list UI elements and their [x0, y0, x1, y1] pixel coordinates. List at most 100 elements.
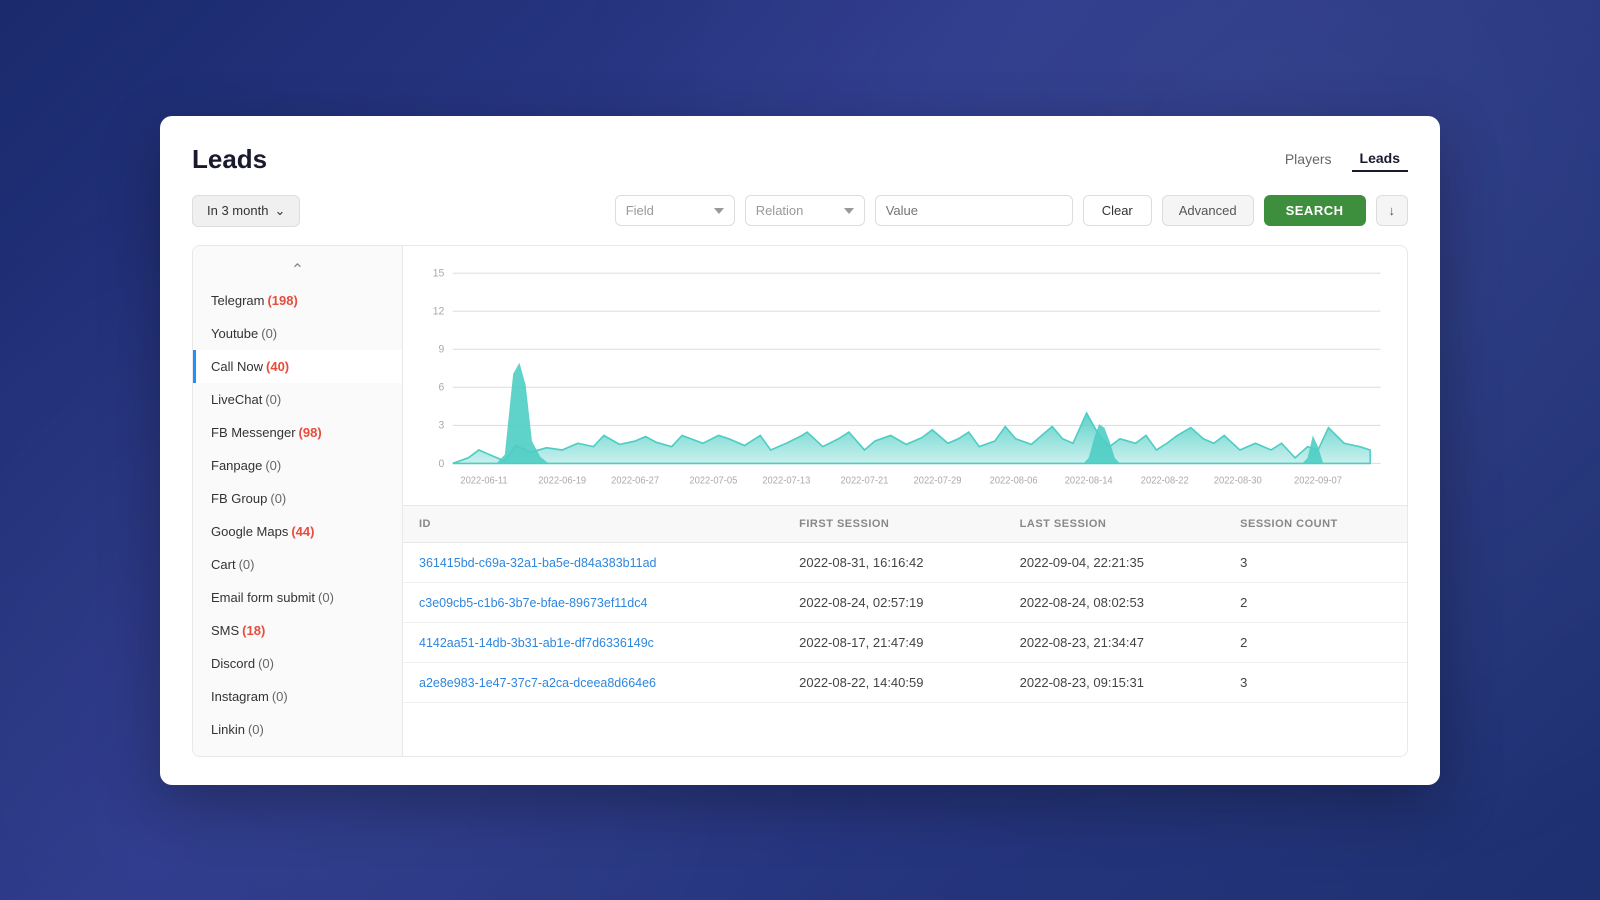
- sidebar-item-count: (0): [272, 689, 288, 704]
- cell-first-session: 2022-08-17, 21:47:49: [783, 622, 1004, 662]
- svg-text:2022-06-19: 2022-06-19: [538, 475, 586, 486]
- sidebar-item-cart[interactable]: Cart (0): [193, 548, 402, 581]
- sidebar-item-label: SMS: [211, 623, 239, 638]
- svg-text:2022-06-11: 2022-06-11: [460, 475, 507, 486]
- cell-id: 4142aa51-14db-3b31-ab1e-df7d6336149c: [403, 622, 783, 662]
- sidebar-item-count: (98): [299, 425, 322, 440]
- lead-id-link[interactable]: 4142aa51-14db-3b31-ab1e-df7d6336149c: [419, 636, 654, 650]
- main-content: ⌃ Telegram (198)Youtube (0)Call Now (40)…: [192, 245, 1408, 757]
- chevron-down-icon: ⌄: [274, 203, 285, 219]
- sidebar-item-count: (0): [239, 557, 255, 572]
- sidebar: ⌃ Telegram (198)Youtube (0)Call Now (40)…: [193, 246, 403, 756]
- table-row: 4142aa51-14db-3b31-ab1e-df7d6336149c 2022…: [403, 622, 1407, 662]
- cell-session-count: 2: [1224, 582, 1407, 622]
- sidebar-item-label: FB Messenger: [211, 425, 296, 440]
- sidebar-item-count: (0): [261, 326, 277, 341]
- cell-last-session: 2022-08-23, 09:15:31: [1004, 662, 1225, 702]
- svg-text:2022-07-13: 2022-07-13: [762, 475, 810, 486]
- sidebar-item-label: Youtube: [211, 326, 258, 341]
- col-session-count: SESSION COUNT: [1224, 506, 1407, 543]
- sidebar-item-discord[interactable]: Discord (0): [193, 647, 402, 680]
- filter-bar: In 3 month ⌄ Field Relation Clear Advanc…: [192, 195, 1408, 227]
- sidebar-item-label: Telegram: [211, 293, 264, 308]
- svg-text:2022-08-22: 2022-08-22: [1141, 475, 1189, 486]
- sidebar-item-instagram[interactable]: Instagram (0): [193, 680, 402, 713]
- sidebar-item-label: Linkin: [211, 722, 245, 737]
- lead-id-link[interactable]: c3e09cb5-c1b6-3b7e-bfae-89673ef11dc4: [419, 596, 647, 610]
- chart-area: 0 3 6 9 12 15: [403, 246, 1407, 506]
- svg-text:15: 15: [433, 267, 445, 279]
- sidebar-item-count: (44): [291, 524, 314, 539]
- sidebar-item-label: Call Now: [211, 359, 263, 374]
- sidebar-item-label: Discord: [211, 656, 255, 671]
- value-input[interactable]: [875, 195, 1073, 226]
- sidebar-item-fb-messenger[interactable]: FB Messenger (98): [193, 416, 402, 449]
- sidebar-item-sms[interactable]: SMS (18): [193, 614, 402, 647]
- tab-leads[interactable]: Leads: [1352, 146, 1408, 172]
- cell-id: 361415bd-c69a-32a1-ba5e-d84a383b11ad: [403, 542, 783, 582]
- svg-text:2022-08-14: 2022-08-14: [1065, 475, 1113, 486]
- sidebar-item-count: (0): [270, 491, 286, 506]
- cell-session-count: 2: [1224, 622, 1407, 662]
- period-filter-button[interactable]: In 3 month ⌄: [192, 195, 300, 227]
- sidebar-item-label: Cart: [211, 557, 236, 572]
- sidebar-item-call-now[interactable]: Call Now (40): [193, 350, 402, 383]
- sidebar-item-count: (40): [266, 359, 289, 374]
- svg-text:2022-07-21: 2022-07-21: [841, 475, 889, 486]
- svg-text:2022-08-30: 2022-08-30: [1214, 475, 1262, 486]
- sidebar-item-telegram[interactable]: Telegram (198): [193, 284, 402, 317]
- svg-text:2022-07-05: 2022-07-05: [689, 475, 737, 486]
- sidebar-item-email-form-submit[interactable]: Email form submit (0): [193, 581, 402, 614]
- sidebar-item-livechat[interactable]: LiveChat (0): [193, 383, 402, 416]
- sidebar-item-label: Email form submit: [211, 590, 315, 605]
- sidebar-item-google-maps[interactable]: Google Maps (44): [193, 515, 402, 548]
- svg-text:2022-09-07: 2022-09-07: [1294, 475, 1342, 486]
- sidebar-item-count: (0): [318, 590, 334, 605]
- sidebar-item-youtube[interactable]: Youtube (0): [193, 317, 402, 350]
- lead-id-link[interactable]: 361415bd-c69a-32a1-ba5e-d84a383b11ad: [419, 556, 656, 570]
- svg-text:2022-07-29: 2022-07-29: [914, 475, 962, 486]
- header-tabs: Players Leads: [1277, 146, 1408, 172]
- cell-id: c3e09cb5-c1b6-3b7e-bfae-89673ef11dc4: [403, 582, 783, 622]
- sidebar-item-count: (0): [258, 656, 274, 671]
- svg-text:6: 6: [439, 381, 445, 393]
- table-row: c3e09cb5-c1b6-3b7e-bfae-89673ef11dc4 2022…: [403, 582, 1407, 622]
- right-panel: 0 3 6 9 12 15: [403, 246, 1407, 756]
- cell-first-session: 2022-08-24, 02:57:19: [783, 582, 1004, 622]
- search-button[interactable]: SEARCH: [1264, 195, 1366, 226]
- cell-last-session: 2022-08-24, 08:02:53: [1004, 582, 1225, 622]
- sidebar-item-label: Google Maps: [211, 524, 288, 539]
- leads-chart: 0 3 6 9 12 15: [411, 262, 1391, 497]
- advanced-button[interactable]: Advanced: [1162, 195, 1254, 226]
- cell-last-session: 2022-08-23, 21:34:47: [1004, 622, 1225, 662]
- tab-players[interactable]: Players: [1277, 147, 1340, 171]
- download-button[interactable]: ↓: [1376, 195, 1409, 226]
- table-row: a2e8e983-1e47-37c7-a2ca-dceea8d664e6 2022…: [403, 662, 1407, 702]
- period-label: In 3 month: [207, 203, 268, 218]
- page-title: Leads: [192, 144, 267, 175]
- col-last-session: LAST SESSION: [1004, 506, 1225, 543]
- field-select[interactable]: Field: [615, 195, 735, 226]
- svg-text:2022-06-27: 2022-06-27: [611, 475, 659, 486]
- leads-table: ID FIRST SESSION LAST SESSION SESSION CO…: [403, 506, 1407, 703]
- clear-button[interactable]: Clear: [1083, 195, 1152, 226]
- sidebar-item-linkin[interactable]: Linkin (0): [193, 713, 402, 746]
- data-table-container: ID FIRST SESSION LAST SESSION SESSION CO…: [403, 506, 1407, 756]
- svg-text:0: 0: [439, 457, 445, 469]
- sidebar-collapse-button[interactable]: ⌃: [193, 256, 402, 284]
- sidebar-item-count: (0): [248, 722, 264, 737]
- sidebar-item-fanpage[interactable]: Fanpage (0): [193, 449, 402, 482]
- col-id: ID: [403, 506, 783, 543]
- table-header-row: ID FIRST SESSION LAST SESSION SESSION CO…: [403, 506, 1407, 543]
- sidebar-item-count: (198): [267, 293, 297, 308]
- relation-select[interactable]: Relation: [745, 195, 865, 226]
- sidebar-item-fb-group[interactable]: FB Group (0): [193, 482, 402, 515]
- download-icon: ↓: [1389, 203, 1396, 218]
- sidebar-item-count: (0): [265, 392, 281, 407]
- cell-first-session: 2022-08-22, 14:40:59: [783, 662, 1004, 702]
- lead-id-link[interactable]: a2e8e983-1e47-37c7-a2ca-dceea8d664e6: [419, 676, 656, 690]
- sidebar-item-label: FB Group: [211, 491, 267, 506]
- svg-text:9: 9: [439, 343, 445, 355]
- page-header: Leads Players Leads: [192, 144, 1408, 175]
- svg-text:12: 12: [433, 305, 445, 317]
